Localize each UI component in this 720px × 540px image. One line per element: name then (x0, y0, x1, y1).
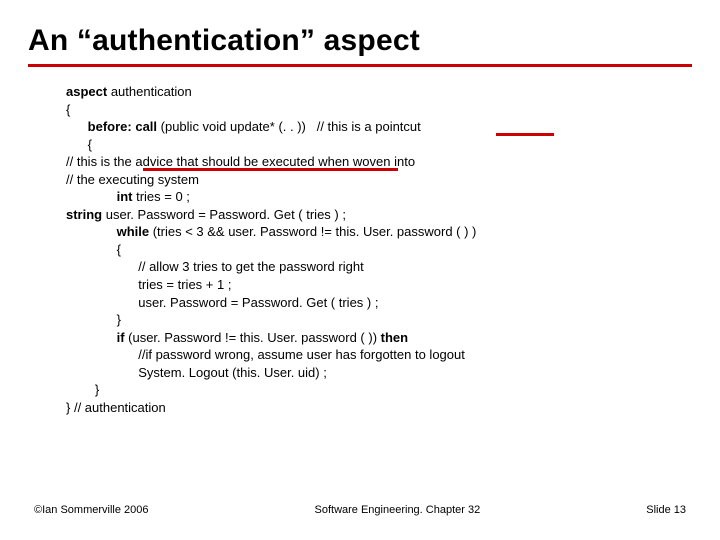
code-line: while (tries < 3 && user. Password != th… (66, 223, 692, 241)
keyword-string: string (66, 207, 102, 222)
code-line: tries = tries + 1 ; (66, 276, 692, 294)
code-pad (66, 189, 117, 204)
footer-center: Software Engineering. Chapter 32 (149, 504, 647, 516)
keyword-while: while (117, 224, 150, 239)
code-line: int tries = 0 ; (66, 188, 692, 206)
code-text: user. Password = Password. Get ( tries )… (102, 207, 346, 222)
code-line: user. Password = Password. Get ( tries )… (66, 294, 692, 312)
footer-left: ©Ian Sommerville 2006 (34, 504, 149, 516)
code-pad (66, 224, 117, 239)
code-line: } (66, 381, 692, 399)
keyword-aspect: aspect (66, 84, 107, 99)
code-line: if (user. Password != this. User. passwo… (66, 329, 692, 347)
keyword-int: int (117, 189, 133, 204)
code-text: authentication (107, 84, 192, 99)
code-text: (tries < 3 && user. Password != this. Us… (149, 224, 476, 239)
underline-pointcut (496, 133, 554, 136)
code-text: (user. Password != this. User. password … (125, 330, 381, 345)
code-line: } // authentication (66, 399, 692, 417)
footer-right: Slide 13 (646, 504, 686, 516)
code-text: (public void update* (. . )) // this is … (157, 119, 421, 134)
code-pad (66, 119, 88, 134)
code-line: string user. Password = Password. Get ( … (66, 206, 692, 224)
code-line: { (66, 241, 692, 259)
slide: An “authentication” aspect aspect authen… (0, 0, 720, 540)
code-line: // the executing system (66, 171, 692, 189)
code-line: System. Logout (this. User. uid) ; (66, 364, 692, 382)
title-underline (28, 64, 692, 67)
slide-title: An “authentication” aspect (28, 24, 692, 58)
underline-advice (143, 168, 398, 171)
keyword-if: if (117, 330, 125, 345)
code-line: aspect authentication (66, 83, 692, 101)
keyword-before-call: before: call (88, 119, 157, 134)
slide-footer: ©Ian Sommerville 2006 Software Engineeri… (0, 504, 720, 516)
code-pad (66, 330, 117, 345)
keyword-then: then (381, 330, 408, 345)
code-text: tries = 0 ; (132, 189, 189, 204)
code-block: aspect authentication { before: call (pu… (28, 83, 692, 416)
code-line: } (66, 311, 692, 329)
code-line: before: call (public void update* (. . )… (66, 118, 692, 136)
code-line: // allow 3 tries to get the password rig… (66, 258, 692, 276)
code-line: //if password wrong, assume user has for… (66, 346, 692, 364)
code-line: { (66, 101, 692, 119)
code-line: { (66, 136, 692, 154)
